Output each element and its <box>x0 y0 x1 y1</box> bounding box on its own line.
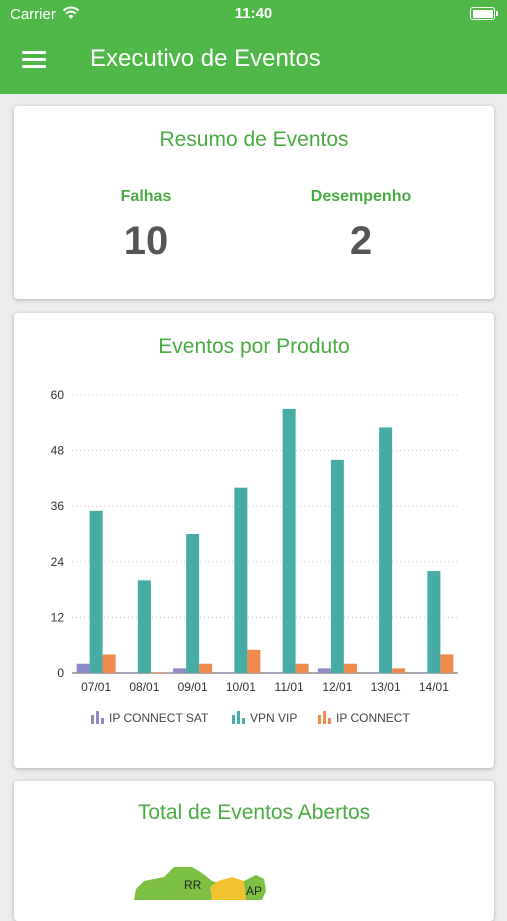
failures-value: 10 <box>123 219 169 263</box>
bar-chart-icon <box>232 711 246 727</box>
legend-item-vpn-vip[interactable]: VPN VIP <box>232 711 297 727</box>
clock: 11:40 <box>234 5 273 22</box>
x-tick-label: 11/01 <box>275 680 304 694</box>
bar-ip-connect[interactable] <box>247 649 261 673</box>
failures-label: Falhas <box>120 188 172 205</box>
performance-value: 2 <box>349 219 373 263</box>
x-tick-label: 08/01 <box>129 680 159 694</box>
bar-ip-connect-sat[interactable] <box>414 672 428 673</box>
x-tick-label: 12/01 <box>322 680 352 694</box>
y-tick-label: 24 <box>51 555 65 569</box>
app-bar: Executivo de Eventos <box>0 28 507 94</box>
menu-icon[interactable] <box>22 51 48 71</box>
summary-card: Resumo de Eventos Falhas 10 Desempenho 2 <box>14 106 494 299</box>
bar-ip-connect[interactable] <box>150 672 164 673</box>
bar-ip-connect-sat[interactable] <box>124 672 138 673</box>
bar-ip-connect-sat[interactable] <box>366 672 380 673</box>
y-tick-label: 0 <box>57 666 64 680</box>
page-title: Executivo de Eventos <box>90 45 321 72</box>
bar-vpn-vip[interactable] <box>379 427 393 673</box>
bar-ip-connect[interactable] <box>295 663 309 673</box>
brazil-map[interactable]: RR AP <box>14 781 494 900</box>
x-tick-label: 13/01 <box>371 680 401 694</box>
x-tick-label: 09/01 <box>178 680 208 694</box>
map-label-rr: RR <box>184 878 202 892</box>
bar-chart-icon <box>91 711 105 727</box>
bar-ip-connect-sat[interactable] <box>76 663 90 673</box>
legend-item-ip-connect-sat[interactable]: IP CONNECT SAT <box>91 711 208 727</box>
summary-title: Resumo de Eventos <box>159 128 349 151</box>
y-tick-label: 12 <box>51 610 65 624</box>
open-events-card: Total de Eventos Abertos RR AP <box>14 781 494 921</box>
performance-label: Desempenho <box>310 188 412 205</box>
legend-label: IP CONNECT <box>336 711 410 726</box>
legend-item-ip-connect[interactable]: IP CONNECT <box>318 711 410 727</box>
y-tick-label: 60 <box>51 388 65 402</box>
bar-vpn-vip[interactable] <box>234 487 248 673</box>
bar-ip-connect-sat[interactable] <box>173 668 187 673</box>
x-tick-label: 07/01 <box>81 680 111 694</box>
battery-icon <box>470 7 498 20</box>
bar-ip-connect-sat[interactable] <box>221 672 235 673</box>
bar-vpn-vip[interactable] <box>427 571 441 673</box>
bar-ip-connect[interactable] <box>102 654 116 673</box>
events-bar-chart: 0 12 24 36 48 60 07/01 08/01 09/01 10/01 11/01 12/0… <box>51 388 458 694</box>
x-tick-label: 14/01 <box>419 680 449 694</box>
bar-ip-connect[interactable] <box>343 663 357 673</box>
map-label-ap: AP <box>246 884 262 898</box>
bar-vpn-vip[interactable] <box>137 580 151 673</box>
bar-ip-connect[interactable] <box>440 654 454 673</box>
bar-vpn-vip[interactable] <box>186 534 200 673</box>
legend-label: VPN VIP <box>250 711 298 726</box>
bar-vpn-vip[interactable] <box>282 408 296 673</box>
legend-label: IP CONNECT SAT <box>109 711 209 726</box>
bar-chart-icon <box>318 711 332 727</box>
products-card: Eventos por Produto 0 12 24 36 48 60 07/01 08/0… <box>14 313 494 768</box>
bar-ip-connect[interactable] <box>392 668 406 673</box>
bar-ip-connect-sat[interactable] <box>317 668 331 673</box>
y-tick-label: 48 <box>51 444 65 458</box>
bar-ip-connect-sat[interactable] <box>269 672 283 673</box>
bar-ip-connect[interactable] <box>199 663 213 673</box>
bar-vpn-vip[interactable] <box>330 459 344 673</box>
y-tick-label: 36 <box>51 499 65 513</box>
map-region-amapa[interactable] <box>210 877 250 900</box>
x-tick-label: 10/01 <box>226 680 256 694</box>
bar-vpn-vip[interactable] <box>89 510 103 673</box>
status-bar: Carrier 11:40 <box>0 0 507 28</box>
